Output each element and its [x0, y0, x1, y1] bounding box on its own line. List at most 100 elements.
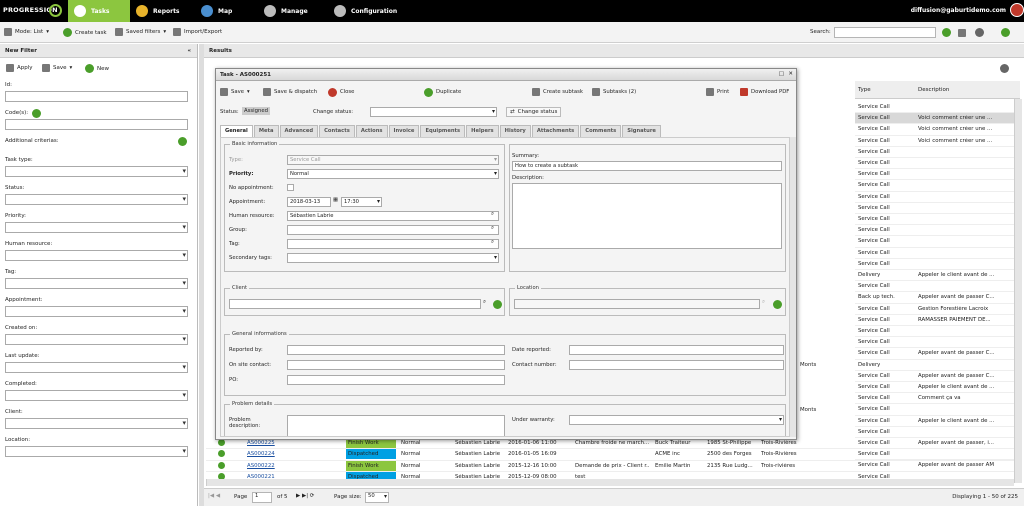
add-location-icon[interactable]	[773, 300, 782, 309]
save-filter-button[interactable]: Save ▾	[42, 64, 72, 72]
filter-input-status[interactable]	[5, 194, 188, 205]
add-code-icon[interactable]	[32, 109, 41, 118]
group-input[interactable]	[287, 225, 499, 235]
filter-input-task-type[interactable]	[5, 166, 188, 177]
dialog-scrollbar[interactable]	[789, 137, 796, 437]
table-row[interactable]: Service Call	[855, 158, 1015, 170]
tab-meta[interactable]: Meta	[253, 125, 279, 137]
grid-scrollbar[interactable]	[1014, 99, 1022, 483]
secondary-tags-select[interactable]	[287, 253, 499, 263]
change-status-button[interactable]: ⇄ Change status	[506, 107, 562, 117]
table-row[interactable]: Service Call	[855, 427, 1015, 438]
nav-tab-map[interactable]: Map	[195, 0, 255, 22]
car-icon[interactable]	[958, 29, 966, 37]
tag-input[interactable]	[287, 239, 499, 249]
import-export-button[interactable]: Import/Export	[173, 28, 222, 36]
mode-button[interactable]: Mode: List ▾	[4, 28, 49, 36]
save-dispatch-button[interactable]: Save & dispatch	[263, 82, 317, 102]
reported-by-input[interactable]	[287, 345, 505, 355]
add-criteria-icon[interactable]	[178, 137, 187, 146]
filter-input-last-update[interactable]	[5, 362, 188, 373]
filter-input-human-resource[interactable]	[5, 250, 188, 261]
change-status-select[interactable]	[370, 107, 497, 117]
nav-tab-tasks[interactable]: Tasks	[68, 0, 130, 22]
table-row[interactable]: Service Call	[855, 326, 1015, 338]
filter-input-id[interactable]	[5, 91, 188, 102]
filter-input-created-on[interactable]	[5, 334, 188, 345]
column-header-description[interactable]: Description	[918, 87, 949, 93]
table-row[interactable]: Service Call	[855, 214, 1015, 226]
create-subtask-button[interactable]: Create subtask	[532, 82, 583, 102]
po-input[interactable]	[287, 375, 505, 385]
type-select[interactable]: Service Call	[287, 155, 499, 165]
tab-invoice[interactable]: Invoice	[388, 125, 420, 137]
summary-input[interactable]: How to create a subtask	[512, 161, 782, 171]
nav-tab-configuration[interactable]: Configuration	[328, 0, 418, 22]
table-row[interactable]: Service Call Appeler le client avant de .…	[855, 382, 1015, 394]
close-window-icon[interactable]: ✕	[788, 71, 793, 77]
tab-equipments[interactable]: Equipments	[420, 125, 466, 137]
contact-number-input[interactable]	[569, 360, 784, 370]
user-email[interactable]: diffusion@gaburtidemo.com	[911, 7, 1006, 14]
table-row[interactable]: Service Call Appeler le client avant de .…	[855, 416, 1015, 427]
table-row[interactable]: Service Call	[855, 203, 1015, 214]
duplicate-button[interactable]: Duplicate	[424, 82, 461, 102]
cell-code[interactable]: AS000222	[247, 463, 275, 469]
cell-code[interactable]: AS000224	[247, 451, 275, 457]
tab-signature[interactable]: Signature	[622, 125, 661, 137]
table-row[interactable]: AS000224 Dispatched Normal Sébastien Labrie…	[206, 449, 1021, 461]
subtasks-button[interactable]: Subtasks (2)	[592, 82, 636, 102]
under-warranty-select[interactable]	[569, 415, 784, 425]
human-resource-input[interactable]: Sébastien Labrie	[287, 211, 499, 221]
table-row[interactable]: Service Call Gestion Forestière Lacroix	[855, 304, 1015, 315]
tab-contacts[interactable]: Contacts	[319, 125, 355, 137]
table-row[interactable]: Service Call	[855, 248, 1015, 259]
saved-filters-button[interactable]: Saved filters ▾	[115, 28, 166, 36]
new-filter-button[interactable]: New	[85, 64, 109, 73]
filter-input-client[interactable]	[5, 418, 188, 429]
appointment-time-select[interactable]: 17:30	[341, 197, 382, 207]
search-icon[interactable]: ⌕	[762, 299, 765, 306]
table-row[interactable]: Service Call	[855, 259, 1015, 270]
filter-input-completed[interactable]	[5, 390, 188, 401]
no-appointment-checkbox[interactable]	[287, 184, 294, 191]
tab-helpers[interactable]: Helpers	[466, 125, 499, 137]
maximize-icon[interactable]: □	[779, 71, 784, 77]
client-input[interactable]	[229, 299, 481, 309]
table-row[interactable]: Service Call RAMASSER PAIEMENT DE...	[855, 315, 1015, 326]
table-row[interactable]: Service Call	[855, 225, 1015, 237]
table-row[interactable]: Service Call Comment ça va	[855, 393, 1015, 405]
page-input[interactable]: 1	[252, 492, 272, 503]
table-row[interactable]: Service Call Voici comment créer une ...	[855, 136, 1015, 147]
nav-tab-reports[interactable]: Reports	[130, 0, 195, 22]
filter-input-location[interactable]	[5, 446, 188, 457]
filter-input-appointment[interactable]	[5, 306, 188, 317]
appointment-date-input[interactable]: 2018-03-13	[287, 197, 331, 207]
close-button[interactable]: Close	[328, 82, 354, 102]
table-row[interactable]: Service Call	[855, 180, 1015, 192]
table-row[interactable]: Delivery	[855, 360, 1015, 371]
table-row[interactable]: Delivery Appeler le client avant de ...	[855, 270, 1015, 282]
cell-code[interactable]: AS000225	[247, 440, 275, 446]
description-textarea[interactable]	[512, 183, 782, 249]
location-input[interactable]	[514, 299, 760, 309]
table-row[interactable]: Service Call	[855, 102, 1015, 114]
priority-select[interactable]: Normal	[287, 169, 499, 179]
problem-description-textarea[interactable]	[287, 415, 505, 436]
table-row[interactable]: Service Call	[855, 169, 1015, 181]
table-row[interactable]: Service Call Appeler avant de passer C...	[855, 371, 1015, 382]
save-button[interactable]: Save ▾	[220, 82, 250, 102]
tab-general[interactable]: General	[220, 125, 253, 137]
table-row[interactable]: Service Call Voici comment créer une ...	[855, 124, 1015, 136]
settings-icon[interactable]	[975, 28, 984, 37]
table-row[interactable]: Service Call	[855, 404, 1015, 416]
add-client-icon[interactable]	[493, 300, 502, 309]
table-row[interactable]: Back up tech. Appeler avant de passer C..…	[855, 292, 1015, 304]
table-row[interactable]: Service Call	[855, 337, 1015, 349]
print-button[interactable]: Print	[706, 82, 729, 102]
horizontal-scrollbar[interactable]	[206, 479, 1014, 486]
column-header-type[interactable]: Type	[858, 87, 871, 93]
help-icon[interactable]	[1001, 28, 1010, 37]
first-page-icon[interactable]: |◀ ◀	[208, 493, 220, 499]
user-avatar[interactable]	[1010, 3, 1024, 17]
